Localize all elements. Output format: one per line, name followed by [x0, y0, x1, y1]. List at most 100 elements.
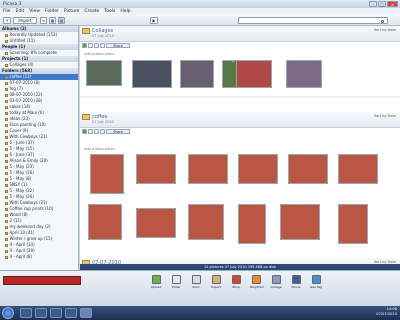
folder-icon — [5, 219, 8, 223]
view-grid-icon[interactable]: ▦ — [49, 17, 56, 24]
photo-thumbnail[interactable] — [338, 204, 368, 244]
photo-thumbnail[interactable] — [280, 204, 320, 240]
lock-icon[interactable] — [100, 43, 105, 48]
folder-icon — [5, 147, 8, 151]
share-button[interactable]: Share — [106, 43, 130, 48]
system-clock[interactable]: 14:08 07/07/2010 — [376, 307, 397, 317]
photo-thumbnail[interactable] — [338, 154, 378, 184]
photo-thumbnail[interactable] — [238, 204, 266, 244]
photo-thumbnail[interactable] — [90, 154, 124, 194]
print-button[interactable]: Print — [190, 274, 202, 302]
menu-file[interactable]: File — [3, 9, 11, 14]
photo-thumbnail[interactable] — [136, 208, 176, 238]
play-icon[interactable]: ▶ — [150, 17, 158, 24]
album-icon — [5, 39, 8, 43]
photo-thumbnail[interactable] — [180, 60, 214, 88]
folder-description[interactable]: Add a description — [84, 52, 115, 56]
view-list-icon[interactable]: ≡ — [40, 17, 47, 24]
shop-button[interactable]: Shop — [230, 274, 242, 302]
photo-thumbnail[interactable] — [232, 60, 234, 62]
folder-header-coffee[interactable]: coffee 07 July 2010 Sort by Date — [80, 112, 400, 128]
folder-icon — [5, 171, 8, 175]
close-button[interactable]: × — [387, 0, 398, 7]
menu-edit[interactable]: Edit — [16, 9, 25, 14]
search-icon — [380, 19, 384, 23]
view-folder-icon[interactable]: ▤ — [58, 17, 65, 24]
menu-view[interactable]: View — [29, 9, 40, 14]
import-button[interactable]: Import — [13, 17, 37, 24]
share-button[interactable]: Share — [106, 129, 130, 134]
photo-thumbnail[interactable] — [236, 60, 272, 88]
sort-label[interactable]: Sort by Date — [374, 114, 396, 118]
explorer-taskbar-icon[interactable] — [35, 308, 47, 318]
add-icon[interactable]: + — [3, 17, 11, 24]
folder-icon — [5, 183, 8, 187]
photo-thumbnail[interactable] — [288, 154, 328, 184]
geotag-button[interactable]: Geo-Tag — [310, 274, 322, 302]
minimize-button[interactable]: – — [369, 0, 377, 7]
folder-icon — [5, 105, 8, 109]
search-input[interactable] — [238, 17, 388, 24]
folder-icon — [5, 189, 8, 193]
folder-icon — [5, 225, 8, 229]
taskbar: 14:08 07/07/2010 — [0, 306, 400, 320]
folder-icon — [5, 159, 8, 163]
folder-icon — [5, 93, 8, 97]
photo-thumbnail[interactable] — [132, 60, 172, 88]
photo-thumbnail[interactable] — [136, 154, 176, 184]
collage-icon — [271, 275, 281, 284]
folder-date: 07 July 2010 — [92, 33, 114, 38]
folder-separator — [80, 96, 400, 98]
photo-thumbnail[interactable] — [88, 204, 122, 240]
photo-thumbnail[interactable] — [238, 154, 278, 184]
folder-icon — [5, 135, 8, 139]
edit-icon[interactable] — [88, 129, 93, 134]
window-controls: – □ × — [369, 0, 398, 7]
photo-thumbnail[interactable] — [188, 204, 224, 240]
play-icon[interactable] — [82, 43, 87, 48]
email-button[interactable]: Email — [170, 274, 182, 302]
folder-header-collages[interactable]: Collages 07 July 2010 Sort by Date — [80, 26, 400, 42]
folder-icon — [5, 231, 8, 235]
export-icon — [211, 275, 221, 284]
chrome-taskbar-icon[interactable] — [65, 308, 77, 318]
upload-icon[interactable] — [94, 43, 99, 48]
ie-taskbar-icon[interactable] — [20, 308, 32, 318]
menu-picture[interactable]: Picture — [64, 9, 79, 14]
lock-icon[interactable] — [100, 129, 105, 134]
email-icon — [171, 275, 181, 284]
selection-strip[interactable] — [3, 276, 81, 285]
photo-thumbnail[interactable] — [86, 60, 122, 86]
menu-folder[interactable]: Folder — [45, 9, 59, 14]
picasa-taskbar-icon[interactable] — [80, 308, 92, 318]
edit-icon[interactable] — [88, 43, 93, 48]
menu-help[interactable]: Help — [120, 9, 130, 14]
upload-icon[interactable] — [94, 129, 99, 134]
upload-button[interactable]: Upload — [150, 274, 162, 302]
album-icon — [5, 33, 8, 37]
start-button[interactable] — [2, 307, 14, 319]
menu-tools[interactable]: Tools — [104, 9, 115, 14]
play-icon[interactable] — [82, 129, 87, 134]
export-button[interactable]: Export — [210, 274, 222, 302]
print-icon — [191, 275, 201, 284]
collage-button[interactable]: Collage — [270, 274, 282, 302]
folder-description[interactable]: Add a description — [84, 147, 115, 151]
folder-actions: Share — [82, 43, 182, 49]
folder-icon — [5, 63, 8, 67]
movie-icon — [291, 275, 301, 284]
photo-thumbnail[interactable] — [188, 154, 228, 184]
menu-create[interactable]: Create — [84, 9, 99, 14]
folder-icon — [5, 87, 8, 91]
photo-thumbnail[interactable] — [286, 60, 322, 88]
media-taskbar-icon[interactable] — [50, 308, 62, 318]
blogthis-button[interactable]: BlogThis! — [250, 274, 264, 302]
sidebar-item-folder[interactable]: 4 - April (8) — [0, 254, 78, 260]
folder-actions: Share — [82, 129, 182, 135]
folder-icon — [5, 81, 8, 85]
movie-button[interactable]: Movie — [290, 274, 302, 302]
folder-icon — [5, 207, 8, 211]
maximize-button[interactable]: □ — [378, 0, 386, 7]
library-sidebar: Albums (2) Recently Updated (153) Untitl… — [0, 26, 79, 286]
sort-label[interactable]: Sort by Date — [374, 28, 396, 32]
